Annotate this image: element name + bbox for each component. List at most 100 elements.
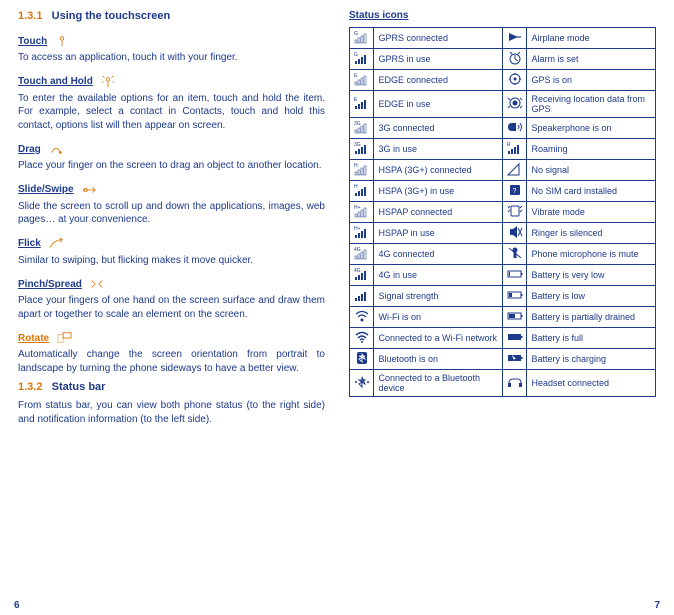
- status-label-left: 3G in use: [374, 139, 503, 160]
- flick-text: Similar to swiping, but flicking makes i…: [18, 254, 325, 268]
- status-label-right: Phone microphone is mute: [527, 244, 656, 265]
- status-label-right: Battery is partially drained: [527, 307, 656, 328]
- touch-hold-icon: [99, 75, 117, 89]
- status-label-right: No SIM card installed: [527, 181, 656, 202]
- slide-heading: Slide/Swipe: [18, 183, 98, 197]
- status-icon-left: H+: [350, 202, 374, 223]
- svg-text:G: G: [354, 31, 358, 37]
- status-label-right: GPS is on: [527, 70, 656, 91]
- table-row: Bluetooth is on Battery is charging: [350, 349, 656, 370]
- status-icon-right: [503, 328, 527, 349]
- status-label-left: HSPAP connected: [374, 202, 503, 223]
- status-icon-left: [350, 286, 374, 307]
- svg-text:G: G: [354, 52, 358, 58]
- table-row: H+HSPAP in useRinger is silenced: [350, 223, 656, 244]
- svg-text:3G: 3G: [354, 142, 361, 148]
- status-label-left: Connected to a Bluetooth device: [374, 370, 503, 397]
- status-label-right: Battery is charging: [527, 349, 656, 370]
- drag-label: Drag: [18, 144, 41, 155]
- table-row: Signal strengthBattery is low: [350, 286, 656, 307]
- table-row: H+HSPAP connectedVibrate mode: [350, 202, 656, 223]
- status-label-left: 4G connected: [374, 244, 503, 265]
- status-icons-heading: Status icons: [349, 10, 656, 21]
- drag-icon: [47, 142, 65, 156]
- table-row: Wi-Fi is onBattery is partially drained: [350, 307, 656, 328]
- status-icon-right: ?: [503, 181, 527, 202]
- status-icon-right: [503, 349, 527, 370]
- pinch-icon: [88, 277, 106, 291]
- status-icon-left: H: [350, 160, 374, 181]
- table-row: 3G 3G connected Speakerphone is on: [350, 118, 656, 139]
- status-icon-right: [503, 70, 527, 91]
- table-row: E EDGE connected GPS is on: [350, 70, 656, 91]
- table-row: Connected to a Wi-Fi networkBattery is f…: [350, 328, 656, 349]
- rotate-icon: [55, 331, 73, 345]
- table-row: HHSPA (3G+) connectedNo signal: [350, 160, 656, 181]
- status-label-right: Speakerphone is on: [527, 118, 656, 139]
- table-row: EEDGE in useReceiving location data from…: [350, 91, 656, 118]
- status-icon-left: 3G: [350, 139, 374, 160]
- status-icon-right: [503, 265, 527, 286]
- status-icon-left: G: [350, 28, 374, 49]
- status-label-left: GPRS connected: [374, 28, 503, 49]
- rotate-heading: Rotate: [18, 331, 73, 345]
- status-icon-left: 4G: [350, 265, 374, 286]
- slide-label: Slide/Swipe: [18, 184, 74, 195]
- status-icon-left: G: [350, 49, 374, 70]
- status-icon-left: H: [350, 181, 374, 202]
- pinch-text: Place your fingers of one hand on the sc…: [18, 294, 325, 321]
- status-icon-right: [503, 202, 527, 223]
- status-bar-text: From status bar, you can view both phone…: [18, 399, 325, 426]
- svg-text:H: H: [354, 184, 358, 190]
- slide-text: Slide the screen to scroll up and down t…: [18, 200, 325, 227]
- section-title-2: Status bar: [52, 381, 106, 393]
- page-number-left: 6: [14, 600, 20, 611]
- status-label-right: Receiving location data from GPS: [527, 91, 656, 118]
- status-label-left: HSPA (3G+) in use: [374, 181, 503, 202]
- section-num: 1.3.1: [18, 10, 42, 22]
- table-row: 4G 4G connected Phone microphone is mute: [350, 244, 656, 265]
- drag-heading: Drag: [18, 142, 65, 156]
- svg-text:H+: H+: [354, 226, 361, 232]
- status-label-right: Roaming: [527, 139, 656, 160]
- status-label-left: Bluetooth is on: [374, 349, 503, 370]
- status-label-left: EDGE connected: [374, 70, 503, 91]
- status-label-left: HSPA (3G+) connected: [374, 160, 503, 181]
- flick-heading: Flick: [18, 237, 65, 251]
- status-label-left: 4G in use: [374, 265, 503, 286]
- status-icon-left: H+: [350, 223, 374, 244]
- status-label-left: 3G connected: [374, 118, 503, 139]
- svg-text:E: E: [354, 73, 358, 79]
- touch-label: Touch: [18, 36, 47, 47]
- status-icon-right: [503, 49, 527, 70]
- flick-label: Flick: [18, 238, 41, 249]
- status-icon-right: [503, 91, 527, 118]
- status-label-right: Ringer is silenced: [527, 223, 656, 244]
- touch-hold-text: To enter the available options for an it…: [18, 92, 325, 133]
- status-label-left: Connected to a Wi-Fi network: [374, 328, 503, 349]
- status-icon-right: [503, 370, 527, 397]
- pinch-heading: Pinch/Spread: [18, 277, 106, 291]
- table-row: 4G4G in use Battery is very low: [350, 265, 656, 286]
- status-icon-left: [350, 370, 374, 397]
- touch-hold-label: Touch and Hold: [18, 76, 93, 87]
- drag-text: Place your finger on the screen to drag …: [18, 159, 325, 173]
- status-icons-table: GGPRS connectedAirplane modeGGPRS in use…: [349, 27, 656, 397]
- touch-hold-heading: Touch and Hold: [18, 75, 117, 89]
- rotate-text: Automatically change the screen orientat…: [18, 348, 325, 375]
- svg-text:H: H: [354, 163, 358, 169]
- slide-icon: [80, 183, 98, 197]
- status-icon-left: E: [350, 70, 374, 91]
- pinch-label: Pinch/Spread: [18, 279, 82, 290]
- svg-text:4G: 4G: [354, 247, 361, 253]
- status-label-left: Signal strength: [374, 286, 503, 307]
- svg-text:3G: 3G: [354, 121, 361, 127]
- status-label-right: Headset connected: [527, 370, 656, 397]
- status-label-left: GPRS in use: [374, 49, 503, 70]
- status-icon-right: [503, 28, 527, 49]
- status-icon-left: [350, 307, 374, 328]
- svg-text:?: ?: [512, 188, 516, 195]
- status-label-right: Battery is very low: [527, 265, 656, 286]
- page-number-right: 7: [654, 600, 660, 611]
- svg-text:R: R: [507, 142, 511, 148]
